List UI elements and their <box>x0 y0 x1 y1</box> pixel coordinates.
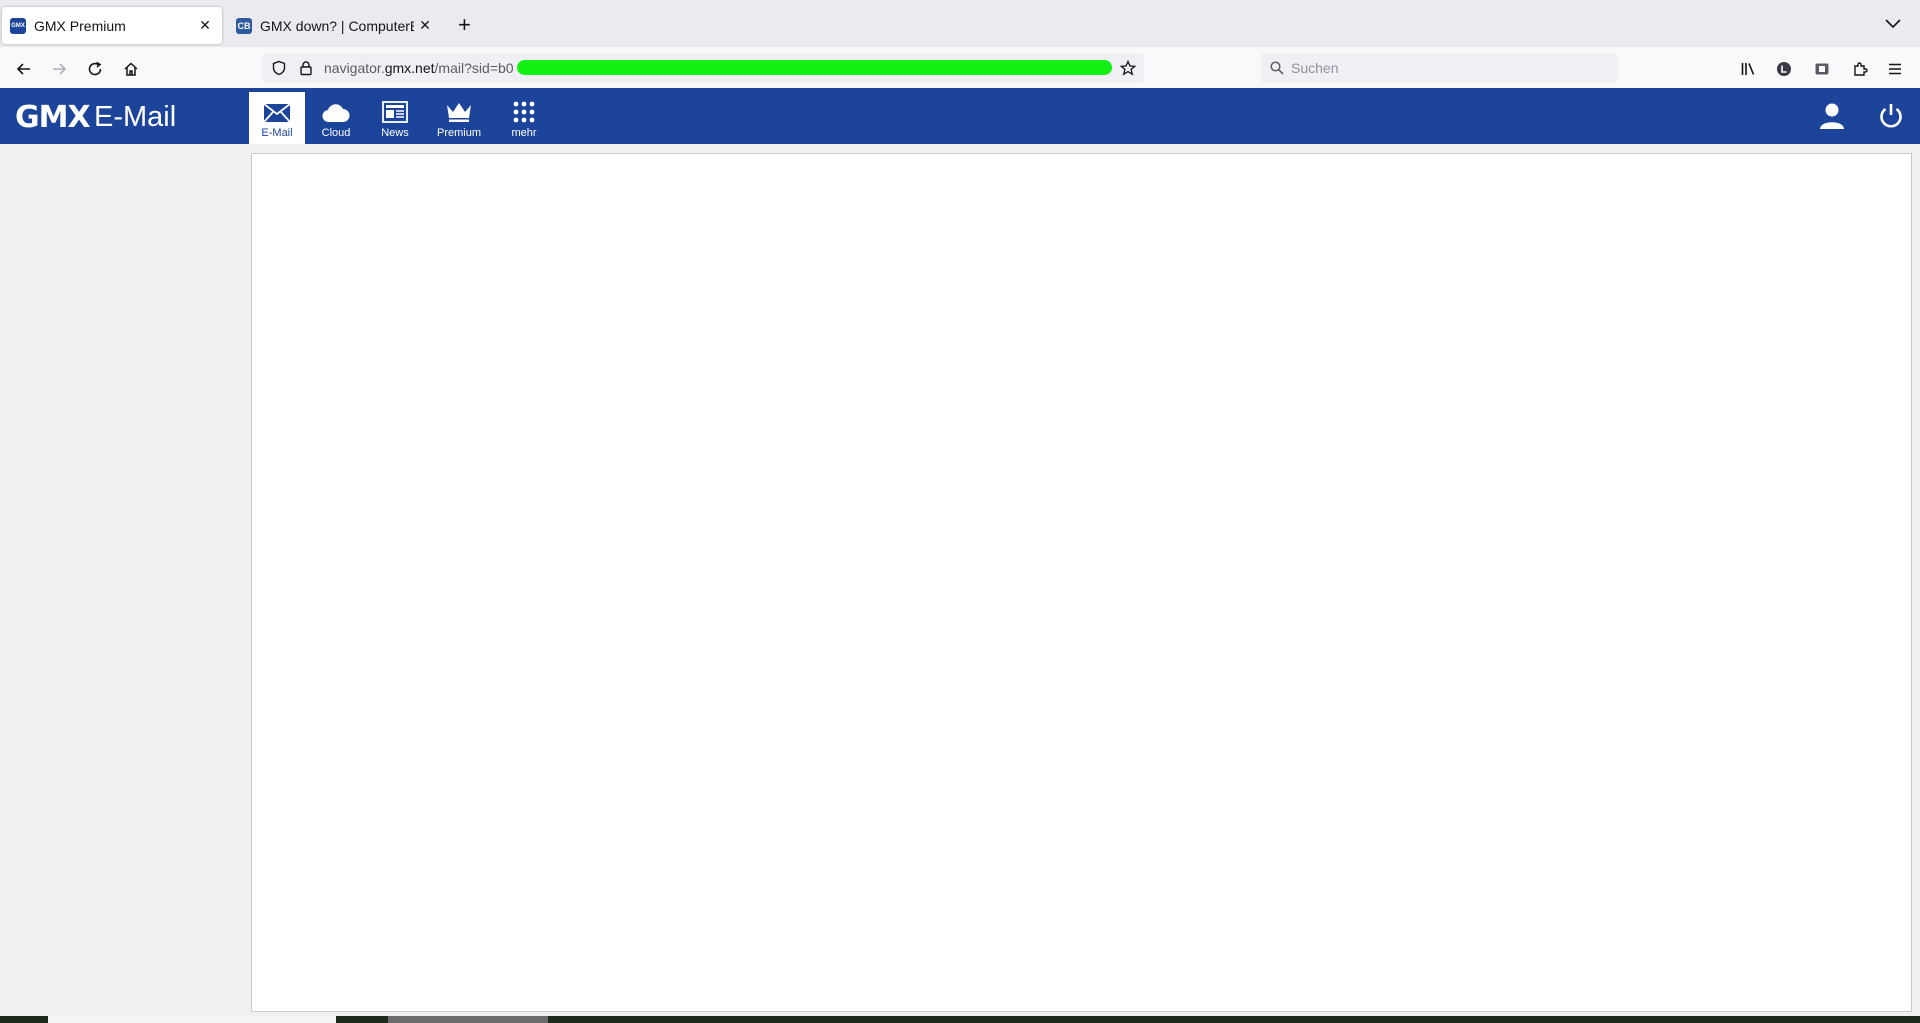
tab-strip: GMX GMX Premium ✕ CB GMX down? | Compute… <box>0 0 1920 47</box>
sidebar <box>0 144 250 1023</box>
close-icon[interactable]: ✕ <box>414 17 436 34</box>
home-icon <box>124 62 138 76</box>
browser-toolbar: navigator.gmx.net/mail?sid=b0 Suchen <box>0 47 1920 89</box>
mail-content-frame <box>251 153 1912 1012</box>
tab-title: GMX down? | ComputerBase Fo <box>260 17 414 34</box>
extension-lastpass-button[interactable] <box>1770 55 1798 83</box>
user-icon <box>1820 103 1844 129</box>
url-text[interactable]: navigator.gmx.net/mail?sid=b0 <box>324 60 514 76</box>
shield-icon[interactable] <box>271 60 287 76</box>
tab-gmx-premium[interactable]: GMX GMX Premium ✕ <box>2 7 222 44</box>
close-icon[interactable]: ✕ <box>194 17 216 34</box>
url-host: gmx.net <box>384 60 435 76</box>
forward-button[interactable] <box>45 55 73 83</box>
nav-label: mehr <box>511 127 537 139</box>
home-button[interactable] <box>117 55 145 83</box>
gmx-favicon-icon: GMX <box>10 17 26 34</box>
nav-label: E-Mail <box>261 127 293 139</box>
hamburger-menu-icon <box>1889 63 1901 75</box>
gmx-logo[interactable]: GMX <box>15 100 91 135</box>
extensions-button[interactable] <box>1846 55 1874 83</box>
url-prefix: navigator. <box>324 60 385 76</box>
newspaper-icon <box>382 101 408 123</box>
arrow-right-icon <box>53 63 67 75</box>
nav-more[interactable]: mehr <box>500 92 548 144</box>
power-icon <box>1880 104 1902 128</box>
gmx-header: GMX E-Mail E-Mail Cloud News Premium meh… <box>0 88 1920 144</box>
nav-label: Premium <box>436 127 481 139</box>
back-button[interactable] <box>10 55 38 83</box>
os-taskbar <box>0 1016 1920 1023</box>
reload-icon <box>88 61 102 76</box>
computerbase-favicon-icon: CB <box>236 17 252 34</box>
nav-email[interactable]: E-Mail <box>249 92 305 144</box>
nav-news[interactable]: News <box>370 92 420 144</box>
crown-icon <box>447 103 471 122</box>
url-path: /mail?sid=b0 <box>434 60 514 76</box>
extension-icon <box>1815 63 1829 75</box>
taskbar-item[interactable] <box>48 1016 336 1023</box>
search-icon <box>1270 61 1284 75</box>
url-bar[interactable]: navigator.gmx.net/mail?sid=b0 <box>262 53 1144 83</box>
nav-cloud[interactable]: Cloud <box>310 92 362 144</box>
library-icon <box>1741 63 1755 75</box>
extension-icon <box>1777 62 1791 76</box>
arrow-left-icon <box>16 63 30 75</box>
envelope-icon <box>263 103 291 123</box>
puzzle-icon <box>1854 62 1868 76</box>
nav-label: Cloud <box>321 127 351 139</box>
product-title: E-Mail <box>94 101 177 133</box>
search-input[interactable]: Suchen <box>1261 53 1618 83</box>
taskbar-item[interactable] <box>388 1016 548 1023</box>
lock-icon[interactable] <box>298 60 314 76</box>
cloud-icon <box>322 104 350 123</box>
grid-icon <box>513 101 535 123</box>
nav-premium[interactable]: Premium <box>430 92 488 144</box>
reload-button[interactable] <box>81 55 109 83</box>
account-button[interactable] <box>1818 102 1846 135</box>
tab-title: GMX Premium <box>34 17 126 34</box>
library-button[interactable] <box>1734 55 1762 83</box>
url-redaction <box>517 60 1112 75</box>
tab-computerbase[interactable]: CB GMX down? | ComputerBase Fo ✕ <box>232 7 442 44</box>
new-tab-button[interactable]: + <box>458 12 471 38</box>
menu-button[interactable] <box>1881 55 1909 83</box>
search-placeholder: Suchen <box>1291 60 1339 76</box>
nav-label: News <box>381 127 409 139</box>
star-icon[interactable] <box>1120 60 1136 76</box>
logout-button[interactable] <box>1878 102 1904 135</box>
extension-button[interactable] <box>1808 55 1836 83</box>
chevron-down-icon[interactable] <box>1884 14 1902 32</box>
